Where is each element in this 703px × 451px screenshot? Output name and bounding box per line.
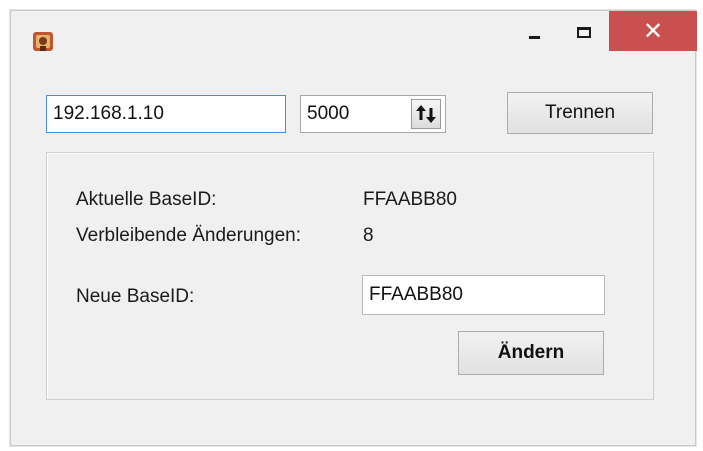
new-base-id-label: Neue BaseID: bbox=[76, 286, 195, 307]
new-base-id-input[interactable] bbox=[362, 275, 605, 315]
close-button[interactable]: ✕ bbox=[609, 11, 697, 51]
disconnect-button[interactable]: Trennen bbox=[507, 92, 653, 134]
maximize-icon bbox=[577, 26, 591, 38]
ip-address-input[interactable] bbox=[46, 95, 286, 133]
remaining-changes-value: 8 bbox=[363, 225, 374, 246]
port-stepper-button[interactable] bbox=[411, 99, 441, 129]
minimize-icon bbox=[528, 35, 540, 39]
minimize-button[interactable] bbox=[509, 11, 559, 53]
close-icon: ✕ bbox=[642, 17, 664, 45]
change-button[interactable]: Ändern bbox=[458, 331, 604, 375]
app-icon bbox=[33, 32, 53, 51]
port-input[interactable] bbox=[301, 96, 417, 132]
up-down-arrows-icon bbox=[416, 105, 436, 123]
remaining-changes-label: Verbleibende Änderungen: bbox=[76, 225, 302, 246]
port-spinbox bbox=[300, 95, 446, 133]
current-base-id-value: FFAABB80 bbox=[363, 189, 457, 210]
maximize-button[interactable] bbox=[559, 11, 609, 53]
current-base-id-label: Aktuelle BaseID: bbox=[76, 189, 217, 210]
title-bar: ✕ bbox=[11, 11, 697, 69]
